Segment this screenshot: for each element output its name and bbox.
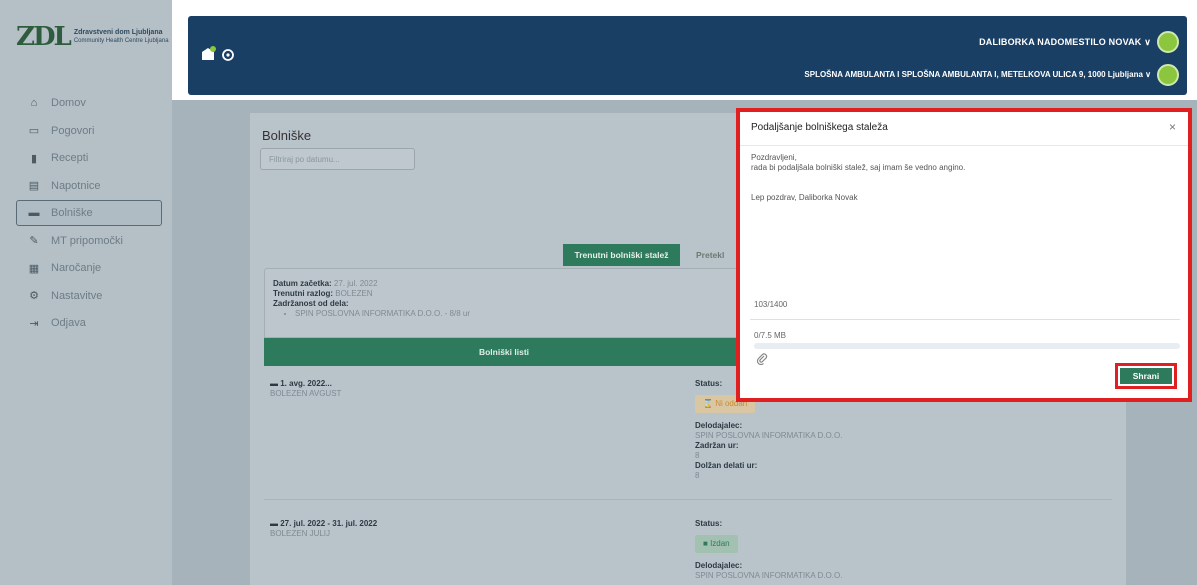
sidebar-item-label: Napotnice	[51, 179, 101, 192]
location-avatar[interactable]	[1157, 64, 1179, 86]
hours-value: 8	[695, 451, 700, 460]
sidebar: ZDL Zdravstveni dom Ljubljana Community …	[0, 0, 172, 585]
reason-value: BOLEZEN	[335, 289, 373, 298]
extend-leave-modal: Podaljšanje bolniškega staleža × Pozdrav…	[736, 108, 1192, 402]
hourglass-icon: ⌛	[703, 399, 716, 408]
check-icon: ■	[703, 539, 711, 548]
save-button[interactable]: Shrani	[1120, 368, 1172, 384]
sidebar-item-odjava[interactable]: ⇥ Odjava	[16, 310, 162, 336]
modal-header: Podaljšanje bolniškega staleža ×	[740, 112, 1188, 146]
start-value: 27. jul. 2022	[333, 279, 378, 288]
sidebar-item-label: Recepti	[51, 152, 89, 164]
entry-status-block: Status: ■ Izdan Delodajalec: SPIN POSLOV…	[695, 519, 842, 581]
paperclip-icon[interactable]	[756, 353, 768, 368]
divider	[264, 499, 1112, 500]
bed-icon: ▬	[28, 207, 40, 219]
entry-desc: BOLEZEN JULIJ	[270, 529, 331, 538]
referral-icon: ▤	[28, 180, 40, 192]
top-header: DALIBORKA NADOMESTILO NOVAK ∨ SPLOŠNA AM…	[188, 16, 1187, 95]
sidebar-item-label: Domov	[51, 97, 86, 109]
entry-date: 27. jul. 2022 - 31. jul. 2022	[280, 519, 378, 528]
message-line: Lep pozdrav, Daliborka Novak	[751, 193, 858, 202]
sidebar-item-mt-pripomocki[interactable]: ✎ MT pripomočki	[16, 228, 162, 254]
employer-item: SPIN POSLOVNA INFORMATIKA D.O.O. - 8/8 u…	[295, 309, 735, 319]
bed-icon: ▬	[270, 379, 281, 388]
message-line: Pozdravljeni,	[751, 153, 797, 162]
employer-value: SPIN POSLOVNA INFORMATIKA D.O.O.	[695, 571, 843, 580]
gear-icon: ⚙	[29, 290, 39, 302]
calendar-icon: ▦	[28, 262, 40, 275]
entry-date: 1. avg. 2022...	[280, 379, 332, 388]
entry-desc: BOLEZEN AVGUST	[270, 389, 342, 398]
list-item[interactable]: ▬ 1. avg. 2022... BOLEZEN AVGUST	[270, 379, 341, 399]
prescription-icon: ▮	[30, 152, 38, 165]
employer-label: Delodajalec:	[695, 561, 743, 570]
sidebar-item-label: Bolniške	[51, 207, 93, 219]
employer-label: Delodajalec:	[695, 421, 743, 430]
message-textarea[interactable]: Pozdravljeni, rada bi podaljšala bolnišk…	[751, 153, 1179, 203]
sidebar-item-domov[interactable]: ⌂ Domov	[16, 90, 162, 116]
modal-title: Podaljšanje bolniškega staleža	[751, 122, 888, 133]
logo-subtitle: Community Health Centre Ljubljana	[73, 38, 169, 44]
sidebar-item-label: Naročanje	[51, 262, 102, 274]
home-icon: ⌂	[30, 97, 38, 109]
tool-icon: ✎	[29, 235, 39, 247]
sidebar-item-napotnice[interactable]: ▤ Napotnice	[16, 173, 162, 199]
sidebar-item-bolniske[interactable]: ▬ Bolniške	[16, 200, 162, 226]
upload-progress-bar	[754, 343, 1180, 349]
divider	[750, 319, 1180, 320]
user-selector[interactable]: DALIBORKA NADOMESTILO NOVAK ∨	[979, 37, 1151, 48]
status-badge: ■ Izdan	[695, 535, 738, 553]
user-avatar[interactable]	[1157, 31, 1179, 53]
sidebar-item-pogovori[interactable]: ▭ Pogovori	[16, 118, 162, 144]
work-label: Dolžan delati ur:	[695, 461, 758, 470]
bed-icon: ▬	[270, 519, 281, 528]
notification-icon[interactable]	[200, 46, 216, 67]
reason-label: Trenutni razlog:	[273, 289, 333, 298]
sidebar-item-label: MT pripomočki	[51, 234, 123, 247]
sidebar-item-label: Odjava	[51, 317, 86, 329]
logo: ZDL Zdravstveni dom Ljubljana Community …	[16, 22, 169, 52]
absence-label: Zadržanost od dela:	[273, 299, 349, 308]
hours-label: Zadržan ur:	[695, 441, 739, 450]
close-icon[interactable]: ×	[1169, 120, 1176, 134]
status-label: Status:	[695, 519, 723, 528]
save-highlight: Shrani	[1115, 363, 1177, 389]
employer-value: SPIN POSLOVNA INFORMATIKA D.O.O.	[695, 431, 843, 440]
list-item[interactable]: ▬ 27. jul. 2022 - 31. jul. 2022 BOLEZEN …	[270, 519, 377, 539]
logo-name: Zdravstveni dom Ljubljana	[73, 29, 163, 36]
logo-mark: ZDL	[16, 22, 72, 52]
sidebar-nav: ⌂ Domov ▭ Pogovori ▮ Recepti ▤ Napotnice ▬ Bo…	[16, 90, 162, 338]
sidebar-item-nastavitve[interactable]: ⚙ Nastavitve	[16, 283, 162, 309]
tab-past[interactable]: Pretekl	[688, 244, 738, 266]
logout-icon: ⇥	[29, 317, 39, 330]
current-leave-info: Datum začetka: 27. jul. 2022 Trenutni ra…	[264, 268, 744, 338]
start-label: Datum začetka:	[273, 279, 332, 288]
sick-notes-bar[interactable]: Bolniški listi	[264, 338, 744, 366]
work-value: 8	[695, 471, 700, 480]
char-counter: 103/1400	[754, 300, 788, 309]
file-size-label: 0/7.5 MB	[754, 331, 787, 340]
sidebar-item-label: Nastavitve	[51, 289, 103, 302]
tab-current[interactable]: Trenutni bolniški stalež	[563, 244, 680, 266]
location-selector[interactable]: SPLOŠNA AMBULANTA I SPLOŠNA AMBULANTA I,…	[804, 70, 1151, 79]
sidebar-item-label: Pogovori	[51, 124, 95, 137]
info-icon[interactable]	[222, 48, 234, 66]
page-title: Bolniške	[262, 128, 312, 143]
date-filter-input[interactable]: Filtriraj po datumu...	[260, 148, 415, 170]
sidebar-item-recepti[interactable]: ▮ Recepti	[16, 145, 162, 171]
chat-icon: ▭	[28, 125, 40, 137]
sidebar-item-narocanje[interactable]: ▦ Naročanje	[16, 255, 162, 281]
message-line: rada bi podaljšala bolniški stalež, saj …	[751, 163, 966, 172]
